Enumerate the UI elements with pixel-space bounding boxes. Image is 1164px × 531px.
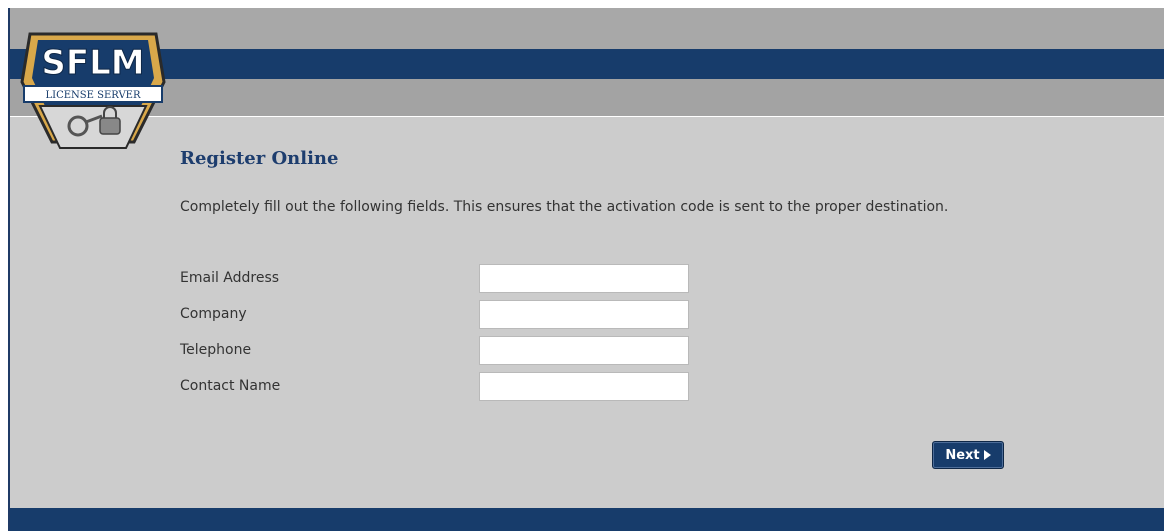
sflm-logo: SFLM LICENSE SERVER [20, 32, 166, 149]
contact-name-field[interactable] [479, 372, 689, 401]
company-label: Company [180, 306, 247, 322]
page-title: Register Online [180, 148, 339, 169]
company-field[interactable] [479, 300, 689, 329]
header-navy-band [10, 49, 1164, 79]
page-frame: SFLM LICENSE SERVER Register Online Comp… [8, 8, 1164, 531]
form-instructions: Completely fill out the following fields… [180, 199, 949, 215]
header-lower-band [10, 79, 1164, 117]
next-button[interactable]: Next [932, 441, 1004, 469]
telephone-label: Telephone [180, 342, 252, 358]
next-button-label: Next [945, 447, 980, 463]
contact-name-label: Contact Name [180, 378, 281, 394]
footer-navy-band [10, 508, 1164, 531]
play-arrow-icon [983, 450, 991, 460]
logo-tagline: LICENSE SERVER [46, 90, 141, 101]
email-label: Email Address [180, 270, 280, 286]
register-form: Register Online Completely fill out the … [180, 148, 1080, 469]
header-top-band [10, 8, 1164, 49]
email-field[interactable] [479, 264, 689, 293]
telephone-field[interactable] [479, 336, 689, 365]
logo-name: SFLM [41, 43, 144, 83]
